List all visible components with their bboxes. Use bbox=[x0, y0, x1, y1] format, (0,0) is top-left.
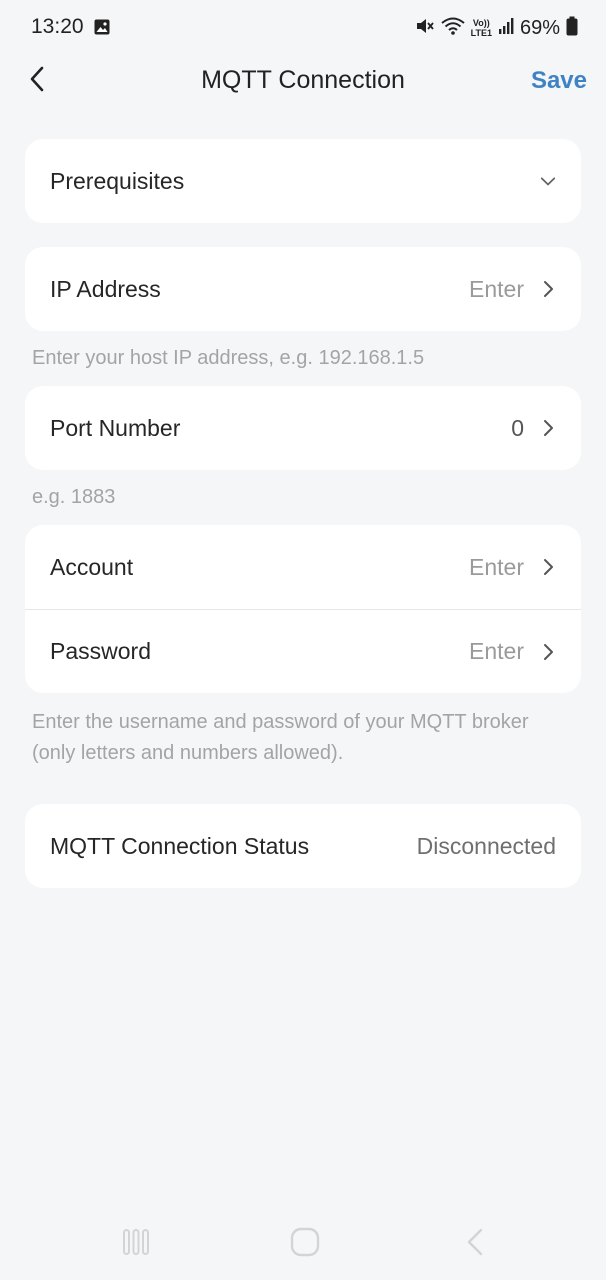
nav-back-icon bbox=[463, 1227, 487, 1262]
ip-address-card: IP Address Enter bbox=[25, 247, 581, 331]
status-bar: 13:20 Vo)) LTE1 69% bbox=[0, 0, 606, 56]
ip-address-hint: Enter your host IP address, e.g. 192.168… bbox=[32, 347, 425, 369]
save-button[interactable]: Save bbox=[531, 67, 587, 95]
connection-status-label: MQTT Connection Status bbox=[50, 832, 310, 859]
chevron-right-icon bbox=[540, 557, 556, 577]
status-icons: Vo)) LTE1 69% bbox=[415, 14, 578, 42]
gallery-icon bbox=[94, 19, 110, 35]
lte-label: LTE1 bbox=[470, 28, 492, 38]
chevron-right-icon bbox=[540, 642, 556, 662]
volte-icon: Vo)) LTE1 bbox=[471, 18, 492, 38]
prerequisites-label: Prerequisites bbox=[50, 167, 185, 194]
connection-status-value: Disconnected bbox=[416, 832, 556, 859]
password-row[interactable]: Password Enter bbox=[25, 609, 581, 693]
port-number-value: 0 bbox=[511, 414, 524, 441]
ip-address-value: Enter bbox=[469, 275, 524, 302]
ip-address-label: IP Address bbox=[50, 275, 161, 302]
recents-icon bbox=[121, 1228, 151, 1261]
app-header: MQTT Connection Save bbox=[0, 56, 606, 108]
account-value: Enter bbox=[469, 553, 524, 580]
connection-status-row: MQTT Connection Status Disconnected bbox=[25, 804, 581, 888]
home-icon bbox=[290, 1227, 320, 1262]
signal-icon bbox=[498, 17, 514, 40]
ip-address-row[interactable]: IP Address Enter bbox=[25, 247, 581, 331]
credentials-hint: Enter the username and password of your … bbox=[32, 711, 529, 764]
connection-status-card: MQTT Connection Status Disconnected bbox=[25, 804, 581, 888]
navigation-bar bbox=[0, 1208, 606, 1280]
wifi-icon bbox=[440, 16, 465, 41]
volte-label: Vo)) bbox=[472, 18, 490, 28]
battery-percent: 69% bbox=[519, 16, 560, 39]
credentials-card: Account Enter Password Enter bbox=[25, 525, 581, 693]
recents-button[interactable] bbox=[116, 1224, 156, 1264]
battery-icon bbox=[566, 16, 578, 41]
chevron-down-icon bbox=[540, 171, 556, 191]
page-title: MQTT Connection bbox=[201, 66, 405, 94]
account-label: Account bbox=[50, 553, 134, 580]
prerequisites-card: Prerequisites bbox=[25, 139, 581, 223]
chevron-right-icon bbox=[540, 279, 556, 299]
nav-back-button[interactable] bbox=[455, 1224, 495, 1264]
password-value: Enter bbox=[469, 638, 524, 664]
account-row[interactable]: Account Enter bbox=[25, 525, 581, 609]
home-button[interactable] bbox=[285, 1224, 325, 1264]
port-number-row[interactable]: Port Number 0 bbox=[25, 386, 581, 470]
password-label: Password bbox=[50, 638, 151, 664]
mute-icon bbox=[415, 16, 435, 41]
port-number-hint: e.g. 1883 bbox=[32, 486, 116, 508]
port-number-label: Port Number bbox=[50, 414, 181, 441]
chevron-right-icon bbox=[540, 418, 556, 438]
status-time: 13:20 bbox=[31, 15, 84, 38]
port-number-card: Port Number 0 bbox=[25, 386, 581, 470]
prerequisites-row[interactable]: Prerequisites bbox=[25, 139, 581, 223]
